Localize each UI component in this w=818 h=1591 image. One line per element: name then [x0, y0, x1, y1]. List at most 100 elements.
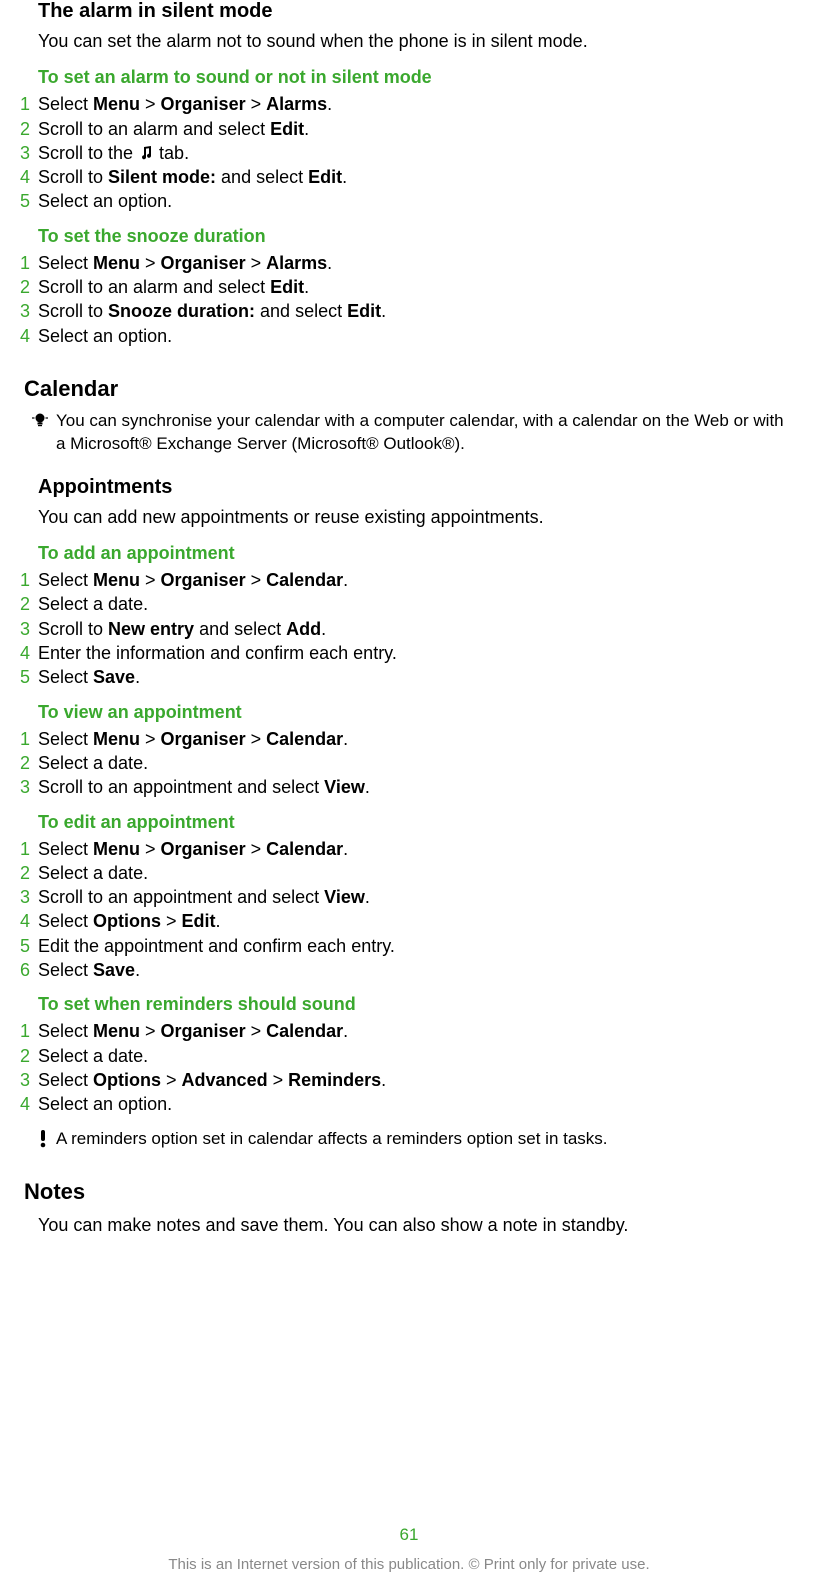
step-number: 2 [20, 861, 38, 885]
text: > [246, 1021, 267, 1041]
text: and select [255, 301, 347, 321]
bold: Calendar [266, 729, 343, 749]
step-text: Select Save. [38, 958, 798, 982]
text: > [246, 94, 267, 114]
step-number: 1 [20, 568, 38, 592]
text: Scroll to an appointment and select [38, 777, 324, 797]
step-row: 3 Scroll to Snooze duration: and select … [20, 299, 798, 323]
bold: Edit [308, 167, 342, 187]
step-text: Select Menu > Organiser > Alarms. [38, 92, 798, 116]
text: . [304, 277, 309, 297]
bold: Menu [93, 253, 140, 273]
document-page: The alarm in silent mode You can set the… [0, 0, 818, 1591]
step-number: 5 [20, 189, 38, 213]
music-note-icon [138, 145, 154, 161]
step-text: Scroll to an appointment and select View… [38, 885, 798, 909]
step-number: 3 [20, 141, 38, 165]
bold: Organiser [161, 570, 246, 590]
step-number: 3 [20, 617, 38, 641]
step-row: 2 Select a date. [20, 861, 798, 885]
bold: Edit [347, 301, 381, 321]
step-row: 2 Scroll to an alarm and select Edit. [20, 275, 798, 299]
step-row: 4 Select Options > Edit. [20, 909, 798, 933]
step-text: Scroll to an alarm and select Edit. [38, 117, 798, 141]
step-row: 5 Select Save. [20, 665, 798, 689]
step-number: 3 [20, 775, 38, 799]
bold: Alarms [266, 253, 327, 273]
bold: Save [93, 667, 135, 687]
text: > [140, 729, 161, 749]
step-text: Scroll to the tab. [38, 141, 798, 165]
steps-silent: 1 Select Menu > Organiser > Alarms. 2 Sc… [20, 92, 798, 213]
text: > [140, 253, 161, 273]
bold: Edit [270, 277, 304, 297]
text: Scroll to [38, 301, 108, 321]
steps-add-appt: 1 Select Menu > Organiser > Calendar. 2 … [20, 568, 798, 689]
bold: Options [93, 911, 161, 931]
task-title-silent: To set an alarm to sound or not in silen… [38, 67, 798, 88]
step-row: 2 Select a date. [20, 751, 798, 775]
step-row: 5 Select an option. [20, 189, 798, 213]
step-number: 2 [20, 117, 38, 141]
bold: Calendar [266, 570, 343, 590]
bold: Organiser [161, 839, 246, 859]
bold: Organiser [161, 94, 246, 114]
text: > [246, 839, 267, 859]
text: . [327, 94, 332, 114]
step-text: Select a date. [38, 751, 798, 775]
text: . [343, 729, 348, 749]
text: . [381, 301, 386, 321]
step-row: 3 Scroll to the tab. [20, 141, 798, 165]
step-text: Select Menu > Organiser > Calendar. [38, 837, 798, 861]
step-number: 5 [20, 934, 38, 958]
text: . [381, 1070, 386, 1090]
step-text: Select Options > Advanced > Reminders. [38, 1068, 798, 1092]
bold: New entry [108, 619, 194, 639]
bold: View [324, 887, 365, 907]
text: > [161, 911, 182, 931]
task-title-view-appt: To view an appointment [38, 702, 798, 723]
bold: Alarms [266, 94, 327, 114]
bold: Menu [93, 1021, 140, 1041]
heading-calendar: Calendar [24, 376, 798, 402]
step-number: 6 [20, 958, 38, 982]
text: . [342, 167, 347, 187]
text: and select [194, 619, 286, 639]
bold: Organiser [161, 1021, 246, 1041]
text: and select [216, 167, 308, 187]
step-row: 6 Select Save. [20, 958, 798, 982]
task-title-snooze: To set the snooze duration [38, 226, 798, 247]
step-row: 1 Select Menu > Organiser > Calendar. [20, 837, 798, 861]
step-number: 2 [20, 1044, 38, 1068]
step-text: Scroll to an appointment and select View… [38, 775, 798, 799]
step-number: 2 [20, 751, 38, 775]
text: Scroll to an appointment and select [38, 887, 324, 907]
content-area: The alarm in silent mode You can set the… [0, 0, 818, 1238]
step-row: 4 Scroll to Silent mode: and select Edit… [20, 165, 798, 189]
bold: Options [93, 1070, 161, 1090]
text: Select [38, 667, 93, 687]
step-text: Select Menu > Organiser > Calendar. [38, 727, 798, 751]
text: . [343, 1021, 348, 1041]
text: Select [38, 1070, 93, 1090]
page-number: 61 [0, 1525, 818, 1545]
task-title-edit-appt: To edit an appointment [38, 812, 798, 833]
text: Scroll to an alarm and select [38, 119, 270, 139]
text: . [321, 619, 326, 639]
step-row: 4 Select an option. [20, 1092, 798, 1116]
step-number: 1 [20, 92, 38, 116]
text: Select [38, 839, 93, 859]
bold: Save [93, 960, 135, 980]
step-number: 5 [20, 665, 38, 689]
warning-row: A reminders option set in calendar affec… [20, 1128, 798, 1151]
bold: Menu [93, 839, 140, 859]
step-text: Select a date. [38, 592, 798, 616]
step-number: 1 [20, 251, 38, 275]
step-number: 1 [20, 1019, 38, 1043]
text: Scroll to [38, 167, 108, 187]
steps-snooze: 1 Select Menu > Organiser > Alarms. 2 Sc… [20, 251, 798, 348]
step-text: Select Save. [38, 665, 798, 689]
text: Scroll to an alarm and select [38, 277, 270, 297]
text: . [365, 777, 370, 797]
step-row: 3 Scroll to an appointment and select Vi… [20, 885, 798, 909]
